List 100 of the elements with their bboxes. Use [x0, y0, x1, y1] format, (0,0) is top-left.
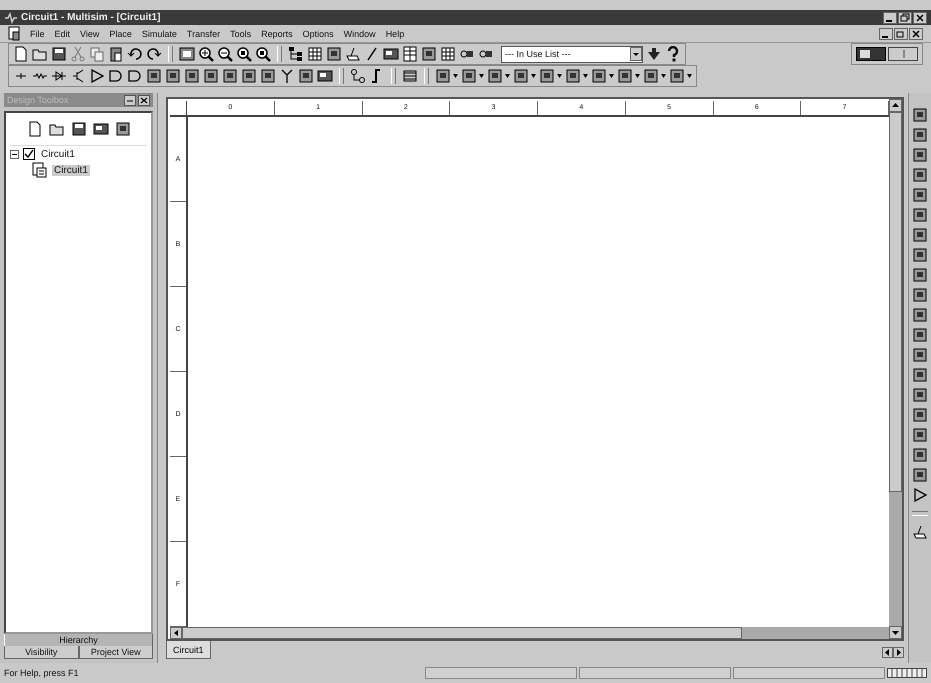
- zoom-in-icon[interactable]: [198, 46, 214, 62]
- undo-icon[interactable]: [127, 46, 143, 62]
- menu-item[interactable]: Options: [298, 28, 338, 38]
- dropdown-arrow-icon[interactable]: [661, 74, 666, 78]
- scroll-up-icon[interactable]: [889, 99, 902, 112]
- dropdown-arrow-icon[interactable]: [531, 74, 536, 78]
- menu-item[interactable]: File: [26, 28, 49, 38]
- chip-icon[interactable]: [461, 68, 477, 84]
- horizontal-scrollbar[interactable]: [170, 627, 889, 639]
- switch-off-icon[interactable]: [888, 47, 918, 61]
- chip-icon[interactable]: [146, 68, 162, 84]
- probe-icon[interactable]: [345, 46, 361, 62]
- chip-icon[interactable]: [669, 68, 685, 84]
- zoom-area-icon[interactable]: [236, 46, 252, 62]
- chip-icon[interactable]: [539, 68, 555, 84]
- instrument-icon[interactable]: [912, 187, 928, 203]
- zoom-fit-icon[interactable]: [255, 46, 271, 62]
- chip-icon[interactable]: [222, 68, 238, 84]
- chip-icon[interactable]: [114, 121, 130, 137]
- close-icon[interactable]: [913, 12, 927, 24]
- close-icon[interactable]: [138, 94, 150, 106]
- chip-icon[interactable]: [203, 68, 219, 84]
- instrument-icon[interactable]: [912, 127, 928, 143]
- instrument-icon[interactable]: [912, 407, 928, 423]
- amplifier-icon[interactable]: [912, 487, 928, 503]
- scrollbar-thumb[interactable]: [182, 627, 742, 639]
- collapse-icon[interactable]: [10, 150, 19, 158]
- dropdown-arrow-icon[interactable]: [505, 74, 510, 78]
- gate-icon[interactable]: [127, 68, 143, 84]
- menu-item[interactable]: Reports: [257, 28, 297, 38]
- meter-icon[interactable]: [92, 121, 108, 137]
- instrument-icon[interactable]: [912, 147, 928, 163]
- scroll-down-icon[interactable]: [889, 626, 902, 639]
- instrument-icon[interactable]: [912, 327, 928, 343]
- instrument-icon[interactable]: [912, 287, 928, 303]
- tab-scroll-arrows-icon[interactable]: [882, 646, 904, 658]
- chip-icon[interactable]: [184, 68, 200, 84]
- grid-icon[interactable]: [307, 46, 323, 62]
- table-icon[interactable]: [402, 46, 418, 62]
- dropdown-arrow-icon[interactable]: [479, 74, 484, 78]
- probe-icon[interactable]: [912, 524, 928, 540]
- dropdown-arrow-icon[interactable]: [609, 74, 614, 78]
- meter-icon[interactable]: [383, 46, 399, 62]
- instrument-icon[interactable]: [912, 447, 928, 463]
- chip-icon[interactable]: [241, 68, 257, 84]
- instrument-icon[interactable]: [912, 267, 928, 283]
- menu-item[interactable]: Window: [340, 28, 380, 38]
- minimize-icon[interactable]: [879, 28, 893, 40]
- chip-icon[interactable]: [421, 46, 437, 62]
- instrument-icon[interactable]: [912, 367, 928, 383]
- instrument-icon[interactable]: [912, 427, 928, 443]
- instrument-icon[interactable]: [912, 467, 928, 483]
- instrument-icon[interactable]: [912, 167, 928, 183]
- new-file-icon[interactable]: [13, 46, 29, 62]
- dropdown-arrow-icon[interactable]: [687, 74, 692, 78]
- dropdown-arrow-icon[interactable]: [557, 74, 562, 78]
- help-icon[interactable]: [665, 46, 681, 62]
- tree-icon[interactable]: [288, 46, 304, 62]
- menu-item[interactable]: Tools: [226, 28, 256, 38]
- chip-icon[interactable]: [326, 46, 342, 62]
- minimize-icon[interactable]: [883, 12, 897, 24]
- document-tab[interactable]: Circuit1: [166, 641, 211, 659]
- save-icon[interactable]: [51, 46, 67, 62]
- chip-icon[interactable]: [435, 68, 451, 84]
- amplifier-icon[interactable]: [89, 68, 105, 84]
- grid-icon[interactable]: [440, 46, 456, 62]
- checkbox[interactable]: [23, 148, 35, 160]
- instrument-icon[interactable]: [912, 247, 928, 263]
- chip-icon[interactable]: [165, 68, 181, 84]
- diode-icon[interactable]: [51, 68, 67, 84]
- dropdown-arrow-icon[interactable]: [453, 74, 458, 78]
- instrument-icon[interactable]: [912, 107, 928, 123]
- panel-tab[interactable]: Visibility: [4, 646, 78, 659]
- bus-icon[interactable]: [402, 68, 418, 84]
- dropdown-arrow-icon[interactable]: [635, 74, 640, 78]
- new-file-icon[interactable]: [26, 121, 42, 137]
- close-icon[interactable]: [909, 28, 923, 40]
- full-screen-icon[interactable]: [179, 46, 195, 62]
- restore-icon[interactable]: [124, 94, 136, 106]
- instrument-icon[interactable]: [912, 207, 928, 223]
- menu-item[interactable]: Simulate: [138, 28, 181, 38]
- tree-item[interactable]: Circuit1: [52, 164, 90, 176]
- instrument-icon[interactable]: [912, 227, 928, 243]
- chip-icon[interactable]: [617, 68, 633, 84]
- restore-icon[interactable]: [898, 12, 912, 24]
- instrument-icon[interactable]: [912, 387, 928, 403]
- meter-icon[interactable]: [317, 68, 333, 84]
- panel-tab[interactable]: Hierarchy: [4, 634, 153, 646]
- chip-icon[interactable]: [565, 68, 581, 84]
- dropdown-arrow-icon[interactable]: [583, 74, 588, 78]
- scroll-left-icon[interactable]: [170, 627, 182, 639]
- zoom-out-icon[interactable]: [217, 46, 233, 62]
- instrument-icon[interactable]: [912, 347, 928, 363]
- save-icon[interactable]: [70, 121, 86, 137]
- switch-on-icon[interactable]: [856, 47, 886, 61]
- instrument-icon[interactable]: [912, 307, 928, 323]
- menu-item[interactable]: View: [76, 28, 104, 38]
- chip-icon[interactable]: [513, 68, 529, 84]
- chip-icon[interactable]: [643, 68, 659, 84]
- chip-icon[interactable]: [298, 68, 314, 84]
